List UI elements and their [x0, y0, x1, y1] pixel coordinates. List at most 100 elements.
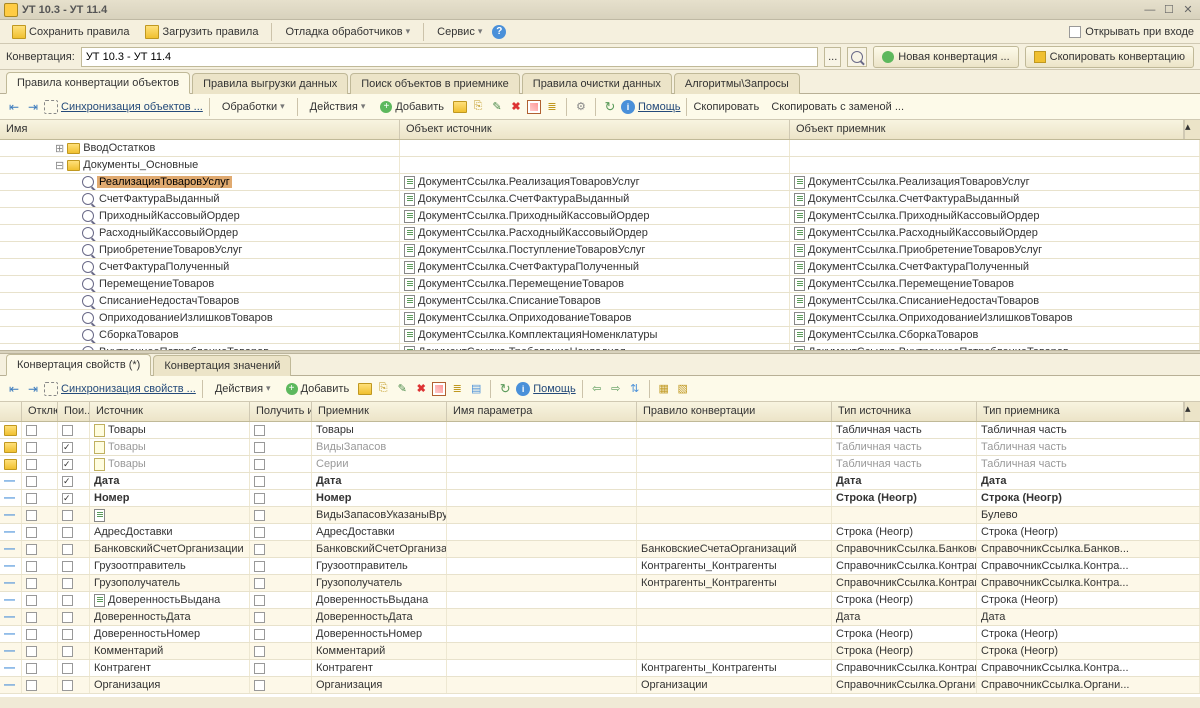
extra2-icon[interactable]: ▧: [675, 381, 691, 397]
tree-folder-row[interactable]: ⊞ ВводОстатков: [0, 140, 1200, 157]
table-row[interactable]: ПриходныйКассовыйОрдер ДокументСсылка.Пр…: [0, 208, 1200, 225]
table-row[interactable]: ВнутреннееПотреблениеТоваров ДокументСсы…: [0, 344, 1200, 350]
sort-icon[interactable]: ⇅: [627, 381, 643, 397]
collapse-right-icon[interactable]: ⇥: [25, 381, 41, 397]
col-search[interactable]: Пои...: [58, 402, 90, 421]
table-row[interactable]: ПеремещениеТоваров ДокументСсылка.Переме…: [0, 276, 1200, 293]
delete-icon[interactable]: ✖: [413, 381, 429, 397]
col-target[interactable]: Объект приемник: [790, 120, 1184, 139]
table-row[interactable]: СписаниеНедостачТоваров ДокументСсылка.С…: [0, 293, 1200, 310]
col-param[interactable]: Имя параметра: [447, 402, 637, 421]
sync-props-link[interactable]: Синхронизация свойств ...: [61, 383, 196, 395]
table-row[interactable]: — ВидыЗапасовУказаныВруч... Булево: [0, 507, 1200, 524]
table-row[interactable]: — АдресДоставки АдресДоставки Строка (Не…: [0, 524, 1200, 541]
load-rules-button[interactable]: Загрузить правила: [139, 22, 264, 42]
tab-export-rules[interactable]: Правила выгрузки данных: [192, 73, 348, 94]
toggle-icon[interactable]: [527, 100, 541, 114]
col-source[interactable]: Источник: [90, 402, 250, 421]
list-icon[interactable]: ▤: [468, 381, 484, 397]
grid-body[interactable]: ⊞ ВводОстатков⊟ Документы_Основные Реали…: [0, 140, 1200, 350]
collapse-right-icon[interactable]: ⇥: [25, 99, 41, 115]
add-button[interactable]: + Добавить: [374, 98, 450, 116]
copy-replace-label[interactable]: Скопировать с заменой ...: [771, 101, 904, 113]
tab-search-target[interactable]: Поиск объектов в приемнике: [350, 73, 520, 94]
collapse-left-icon[interactable]: ⇤: [6, 99, 22, 115]
conversion-browse-button[interactable]: ...: [824, 47, 841, 67]
table-row[interactable]: — БанковскийСчетОрганизации БанковскийСч…: [0, 541, 1200, 558]
copy-icon[interactable]: ⎘: [375, 381, 391, 397]
lower-grid-body[interactable]: Товары Товары Табличная часть Табличная …: [0, 422, 1200, 697]
table-row[interactable]: — ДоверенностьДата ДоверенностьДата Дата…: [0, 609, 1200, 626]
table-row[interactable]: — ДоверенностьНомер ДоверенностьНомер Ст…: [0, 626, 1200, 643]
actions-dropdown[interactable]: Действия: [304, 98, 372, 116]
lower-actions-dropdown[interactable]: Действия: [209, 380, 277, 398]
open-on-enter-checkbox[interactable]: [1069, 26, 1081, 38]
help-link[interactable]: Помощь: [638, 101, 681, 113]
extra1-icon[interactable]: ▦: [656, 381, 672, 397]
table-row[interactable]: — Контрагент Контрагент Контрагенты_Конт…: [0, 660, 1200, 677]
hierarchy-icon[interactable]: ≣: [449, 381, 465, 397]
copy-conversion-button[interactable]: Скопировать конвертацию: [1025, 46, 1194, 68]
col-source[interactable]: Объект источник: [400, 120, 790, 139]
processing-dropdown[interactable]: Обработки: [216, 98, 291, 116]
copy-icon[interactable]: ⎘: [470, 99, 486, 115]
tab-algorithms[interactable]: Алгоритмы\Запросы: [674, 73, 800, 94]
table-row[interactable]: СчетФактураПолученный ДокументСсылка.Сче…: [0, 259, 1200, 276]
debug-handlers-dropdown[interactable]: Отладка обработчиков: [279, 23, 416, 41]
tab-conversion-rules[interactable]: Правила конвертации объектов: [6, 72, 190, 94]
edit-icon[interactable]: ✎: [394, 381, 410, 397]
maximize-button[interactable]: ☐: [1161, 3, 1177, 16]
sync-objects-link[interactable]: Синхронизация объектов ...: [61, 101, 203, 113]
table-row[interactable]: — Грузополучатель Грузополучатель Контра…: [0, 575, 1200, 592]
table-row[interactable]: СборкаТоваров ДокументСсылка.Комплектаци…: [0, 327, 1200, 344]
table-row[interactable]: СчетФактураВыданный ДокументСсылка.СчетФ…: [0, 191, 1200, 208]
tree-folder-row[interactable]: ⊟ Документы_Основные: [0, 157, 1200, 174]
conversion-input[interactable]: [81, 47, 818, 67]
refresh-icon[interactable]: ↻: [602, 99, 618, 115]
table-row[interactable]: Товары Серии Табличная часть Табличная ч…: [0, 456, 1200, 473]
add-folder-icon[interactable]: [358, 383, 372, 395]
tab-cleanup-rules[interactable]: Правила очистки данных: [522, 73, 672, 94]
info-icon[interactable]: i: [516, 382, 530, 396]
hierarchy-icon[interactable]: ≣: [544, 99, 560, 115]
minimize-button[interactable]: —: [1142, 4, 1158, 16]
add-folder-icon[interactable]: [453, 101, 467, 113]
table-row[interactable]: — Организация Организация Организации Сп…: [0, 677, 1200, 694]
prev-icon[interactable]: ⇦: [589, 381, 605, 397]
new-conversion-button[interactable]: Новая конвертация ...: [873, 46, 1018, 68]
lower-add-button[interactable]: + Добавить: [280, 380, 356, 398]
service-dropdown[interactable]: Сервис: [431, 23, 488, 41]
table-row[interactable]: РасходныйКассовыйОрдер ДокументСсылка.Ра…: [0, 225, 1200, 242]
table-row[interactable]: — Номер Номер Строка (Неогр) Строка (Нео…: [0, 490, 1200, 507]
table-row[interactable]: — Комментарий Комментарий Строка (Неогр)…: [0, 643, 1200, 660]
collapse-left-icon[interactable]: ⇤: [6, 381, 22, 397]
toggle-icon[interactable]: [432, 382, 446, 396]
col-rule[interactable]: Правило конвертации: [637, 402, 832, 421]
delete-icon[interactable]: ✖: [508, 99, 524, 115]
refresh-icon[interactable]: ↻: [497, 381, 513, 397]
table-row[interactable]: — Дата Дата Дата Дата: [0, 473, 1200, 490]
col-srctype[interactable]: Тип источника: [832, 402, 977, 421]
col-disable[interactable]: Отключи...: [22, 402, 58, 421]
settings-icon[interactable]: ⚙: [573, 99, 589, 115]
col-get[interactable]: Получить и...: [250, 402, 312, 421]
table-row[interactable]: — Грузоотправитель Грузоотправитель Конт…: [0, 558, 1200, 575]
tab-property-conversion[interactable]: Конвертация свойств (*): [6, 354, 151, 376]
table-row[interactable]: — ДоверенностьВыдана ДоверенностьВыдана …: [0, 592, 1200, 609]
table-row[interactable]: Товары Товары Табличная часть Табличная …: [0, 422, 1200, 439]
col-name[interactable]: Имя: [0, 120, 400, 139]
copy-label[interactable]: Скопировать: [693, 101, 759, 113]
help-icon[interactable]: ?: [492, 25, 506, 39]
conversion-search-button[interactable]: [847, 47, 867, 67]
info-icon[interactable]: i: [621, 100, 635, 114]
tab-value-conversion[interactable]: Конвертация значений: [153, 355, 291, 376]
edit-icon[interactable]: ✎: [489, 99, 505, 115]
table-row[interactable]: ПриобретениеТоваровУслуг ДокументСсылка.…: [0, 242, 1200, 259]
close-button[interactable]: ✕: [1180, 3, 1196, 16]
col-tgttype[interactable]: Тип приемника: [977, 402, 1184, 421]
table-row[interactable]: РеализацияТоваровУслуг ДокументСсылка.Ре…: [0, 174, 1200, 191]
save-rules-button[interactable]: Сохранить правила: [6, 22, 135, 42]
table-row[interactable]: ОприходованиеИзлишковТоваров ДокументСсы…: [0, 310, 1200, 327]
table-row[interactable]: Товары ВидыЗапасов Табличная часть Табли…: [0, 439, 1200, 456]
lower-help-link[interactable]: Помощь: [533, 383, 576, 395]
